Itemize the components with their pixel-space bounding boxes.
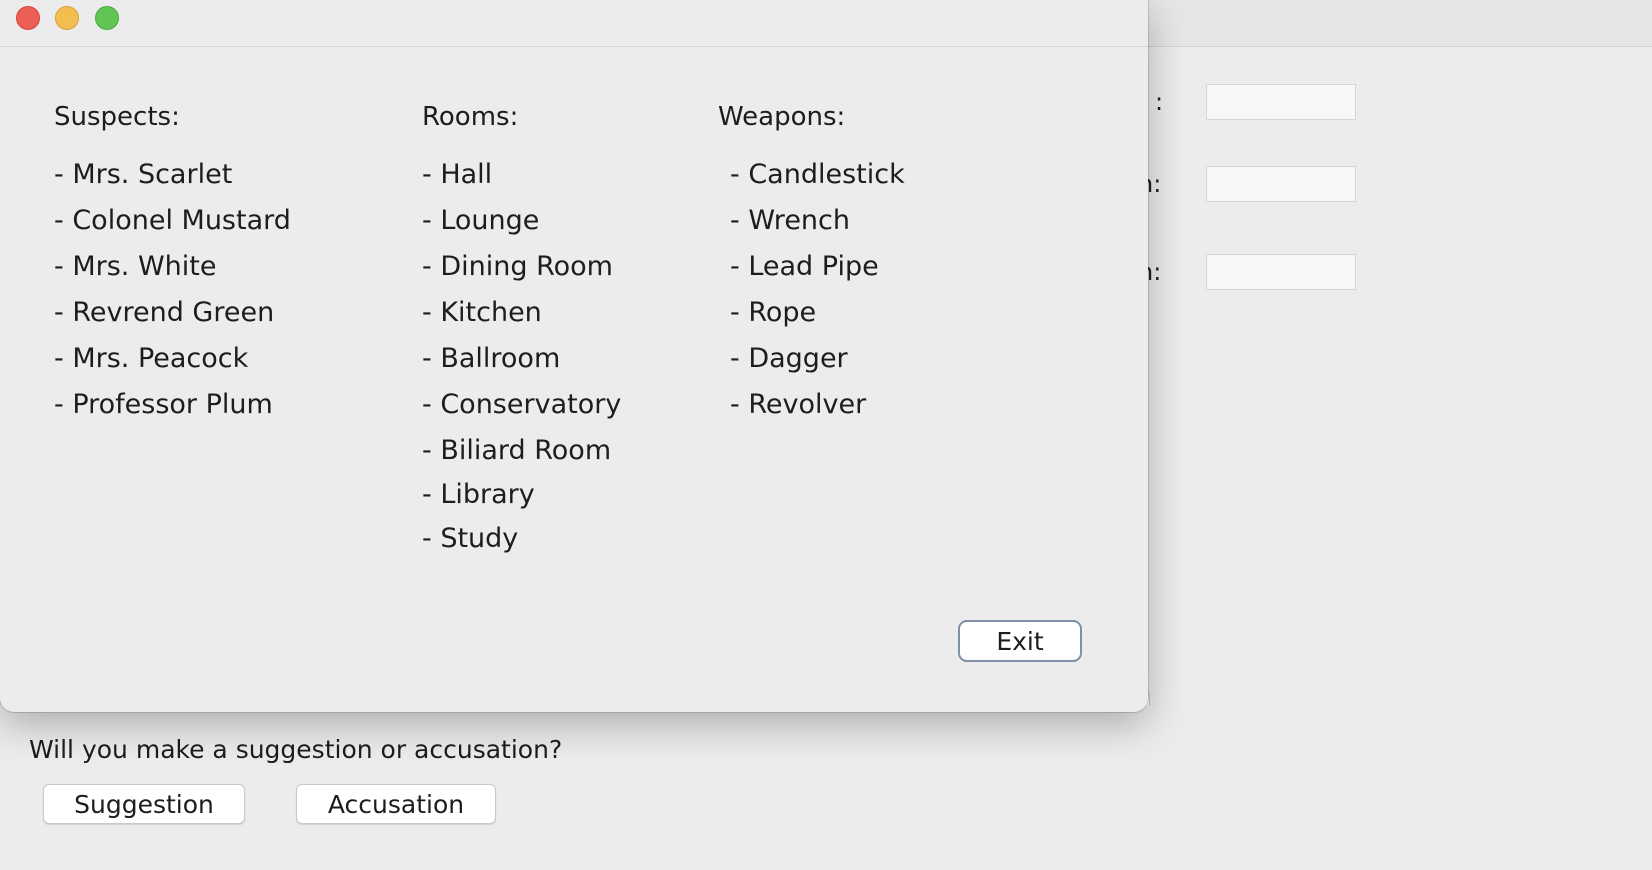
- close-window-icon[interactable]: [16, 6, 40, 30]
- suspects-heading: Suspects:: [54, 102, 180, 132]
- weapons-heading: Weapons:: [718, 102, 846, 132]
- weapon-item: - Rope: [730, 297, 817, 328]
- room-item: - Lounge: [422, 205, 540, 236]
- room-item: - Conservatory: [422, 389, 622, 420]
- suspect-item: - Professor Plum: [54, 389, 273, 420]
- room-item: - Dining Room: [422, 251, 613, 282]
- room-item: - Ballroom: [422, 343, 561, 374]
- room-item: - Library: [422, 479, 535, 510]
- accusation-button[interactable]: Accusation: [296, 784, 496, 824]
- suspect-item: - Mrs. White: [54, 251, 217, 282]
- exit-button[interactable]: Exit: [958, 620, 1082, 662]
- dialog-titlebar: [0, 0, 1148, 47]
- suggestion-button[interactable]: Suggestion: [43, 784, 245, 824]
- room-item: - Biliard Room: [422, 435, 612, 466]
- suspect-item: - Colonel Mustard: [54, 205, 291, 236]
- weapon-item: - Dagger: [730, 343, 848, 374]
- weapon-item: - Revolver: [730, 389, 867, 420]
- suspect-item: - Mrs. Peacock: [54, 343, 249, 374]
- room-item: - Kitchen: [422, 297, 542, 328]
- suspect-item: - Mrs. Scarlet: [54, 159, 233, 190]
- room-item: - Hall: [422, 159, 493, 190]
- rooms-heading: Rooms:: [422, 102, 519, 132]
- weapon-input[interactable]: [1206, 254, 1356, 290]
- weapon-item: - Lead Pipe: [730, 251, 879, 282]
- status-text-question: Will you make a suggestion or accusation…: [29, 735, 563, 764]
- suspect-item: - Revrend Green: [54, 297, 275, 328]
- weapon-item: - Wrench: [730, 205, 850, 236]
- weapon-item: - Candlestick: [730, 159, 905, 190]
- room-input[interactable]: [1206, 166, 1356, 202]
- cheatsheet-dialog: Suspects: Rooms: Weapons: - Mrs. Scarlet…: [0, 0, 1148, 712]
- room-item: - Study: [422, 523, 519, 554]
- maximize-window-icon[interactable]: [95, 6, 119, 30]
- minimize-window-icon[interactable]: [55, 6, 79, 30]
- suspect-input[interactable]: [1206, 84, 1356, 120]
